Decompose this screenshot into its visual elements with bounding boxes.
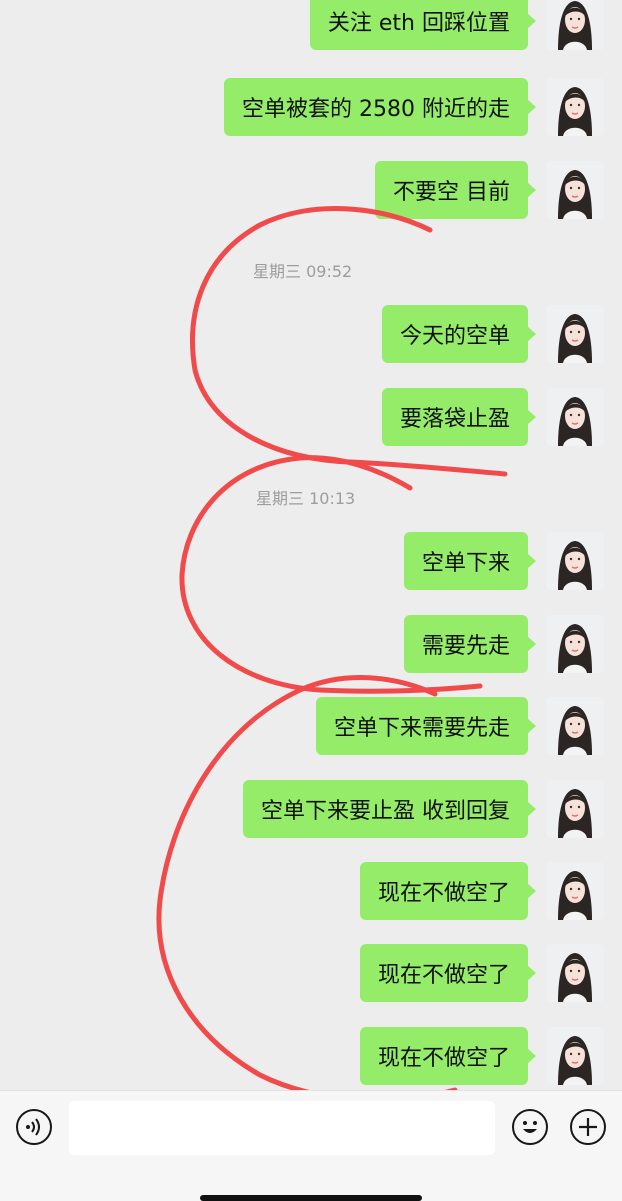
message-row: 关注 eth 回踩位置: [309, 0, 604, 50]
message-row: 需要先走: [403, 615, 604, 673]
plus-icon[interactable]: [570, 1109, 606, 1145]
avatar[interactable]: [546, 1027, 604, 1085]
avatar[interactable]: [546, 388, 604, 446]
message-row: 今天的空单: [381, 305, 604, 363]
emoji-icon[interactable]: [512, 1109, 548, 1145]
message-row: 现在不做空了: [359, 862, 604, 920]
message-bubble[interactable]: 关注 eth 回踩位置: [309, 0, 537, 50]
message-row: 现在不做空了: [359, 944, 604, 1002]
message-row: 现在不做空了: [359, 1027, 604, 1085]
avatar[interactable]: [546, 532, 604, 590]
avatar[interactable]: [546, 944, 604, 1002]
message-bubble[interactable]: 要落袋止盈: [381, 388, 537, 446]
avatar[interactable]: [546, 780, 604, 838]
message-bubble[interactable]: 空单被套的 2580 附近的走: [224, 78, 536, 136]
message-row: 空单下来要止盈 收到回复: [243, 780, 604, 838]
message-row: 空单下来: [403, 532, 604, 590]
avatar[interactable]: [546, 615, 604, 673]
message-bubble[interactable]: 空单下来需要先走: [315, 697, 537, 755]
message-bubble[interactable]: 现在不做空了: [359, 862, 537, 920]
avatar[interactable]: [546, 161, 604, 219]
message-bubble[interactable]: 空单下来: [403, 532, 537, 590]
message-row: 空单下来需要先走: [315, 697, 604, 755]
message-row: 空单被套的 2580 附近的走: [224, 78, 604, 136]
message-bubble[interactable]: 现在不做空了: [359, 944, 537, 1002]
message-bubble[interactable]: 不要空 目前: [375, 161, 536, 219]
avatar[interactable]: [546, 305, 604, 363]
voice-icon[interactable]: [16, 1109, 52, 1145]
chat-area[interactable]: 关注 eth 回踩位置 空单被套的 2580 附近的走 不要空 目前 星期三 0…: [0, 0, 622, 1090]
avatar[interactable]: [546, 0, 604, 50]
input-bar: [0, 1090, 622, 1201]
message-input[interactable]: [69, 1101, 495, 1155]
message-row: 要落袋止盈: [381, 388, 604, 446]
timestamp: 星期三 10:13: [256, 489, 356, 508]
message-bubble[interactable]: 今天的空单: [381, 305, 537, 363]
message-row: 不要空 目前: [375, 161, 604, 219]
message-bubble[interactable]: 现在不做空了: [359, 1027, 537, 1085]
message-bubble[interactable]: 需要先走: [403, 615, 537, 673]
timestamp: 星期三 09:52: [253, 262, 353, 281]
message-bubble[interactable]: 空单下来要止盈 收到回复: [243, 780, 536, 838]
avatar[interactable]: [546, 78, 604, 136]
home-indicator: [200, 1195, 422, 1201]
avatar[interactable]: [546, 697, 604, 755]
avatar[interactable]: [546, 862, 604, 920]
